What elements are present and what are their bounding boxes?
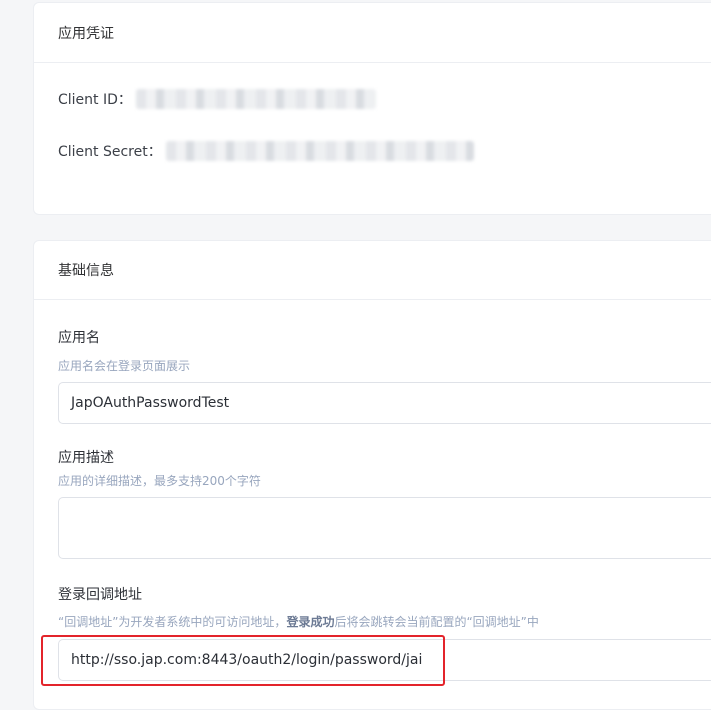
client-id-value-redacted — [135, 89, 376, 109]
app-description-textarea[interactable] — [58, 497, 711, 559]
redirect-uri-hint-prefix: “回调地址”为开发者系统中的可访问地址， — [58, 615, 287, 629]
app-name-input[interactable]: JapOAuthPasswordTest — [58, 382, 711, 424]
app-name-value: JapOAuthPasswordTest — [71, 395, 230, 411]
redirect-uri-hint-suffix: 后将会跳转会当前配置的“回调地址”中 — [334, 615, 539, 629]
app-description-label: 应用描述 — [58, 450, 114, 466]
app-description-hint: 应用的详细描述，最多支持200个字符 — [58, 474, 261, 488]
client-id-row: Client ID： — [58, 89, 376, 109]
credentials-title: 应用凭证 — [34, 3, 711, 63]
redirect-uri-value: http://sso.jap.com:8443/oauth2/login/pas… — [71, 652, 423, 668]
client-secret-label: Client Secret： — [58, 144, 162, 160]
app-name-label: 应用名 — [58, 330, 100, 346]
client-id-label: Client ID： — [58, 92, 132, 108]
basic-info-card: 基础信息 应用名 应用名会在登录页面展示 JapOAuthPasswordTes… — [33, 240, 711, 710]
client-secret-row: Client Secret： — [58, 141, 474, 161]
redirect-uri-input[interactable]: http://sso.jap.com:8443/oauth2/login/pas… — [58, 639, 711, 681]
client-secret-value-redacted — [165, 141, 474, 161]
redirect-uri-label: 登录回调地址 — [58, 587, 142, 603]
basic-info-title: 基础信息 — [34, 241, 711, 300]
app-name-hint: 应用名会在登录页面展示 — [58, 359, 191, 373]
redirect-uri-hint: “回调地址”为开发者系统中的可访问地址，登录成功后将会跳转会当前配置的“回调地址… — [58, 613, 539, 630]
redirect-uri-hint-bold: 登录成功 — [286, 615, 335, 629]
app-credentials-card: 应用凭证 Client ID： Client Secret： — [33, 2, 711, 215]
